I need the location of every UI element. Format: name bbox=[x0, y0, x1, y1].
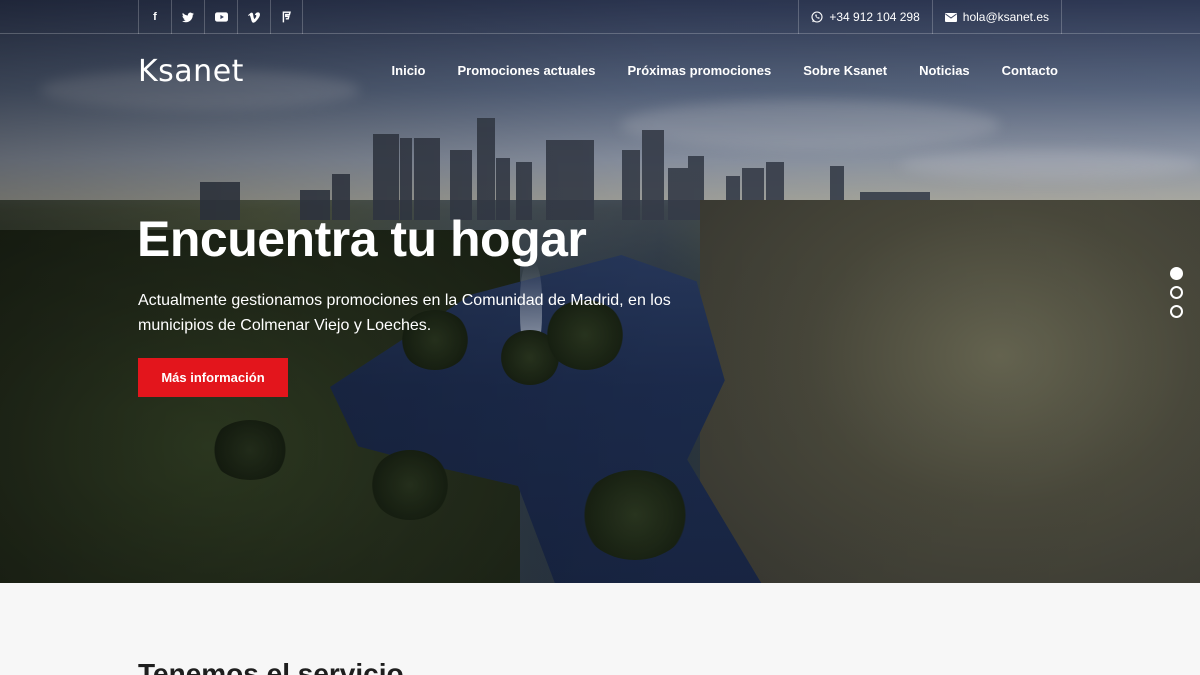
envelope-icon bbox=[944, 12, 957, 22]
nav-contacto[interactable]: Contacto bbox=[1002, 63, 1058, 78]
nav-noticias[interactable]: Noticias bbox=[919, 63, 970, 78]
nav-inicio[interactable]: Inicio bbox=[392, 63, 426, 78]
email-link[interactable]: hola@ksanet.es bbox=[931, 0, 1062, 34]
hero-description: Actualmente gestionamos promociones en l… bbox=[138, 292, 671, 334]
slider-dot-1[interactable] bbox=[1170, 267, 1183, 280]
youtube-link[interactable] bbox=[204, 0, 237, 34]
mas-informacion-button[interactable]: Más información bbox=[138, 358, 288, 397]
foursquare-icon bbox=[282, 11, 291, 23]
nav-proximas-promociones[interactable]: Próximas promociones bbox=[627, 63, 771, 78]
vimeo-link[interactable] bbox=[237, 0, 270, 34]
top-bar: f +34 912 104 298 hola@ksanet.es bbox=[0, 0, 1200, 34]
slider-dot-3[interactable] bbox=[1170, 305, 1183, 318]
twitter-icon bbox=[182, 12, 194, 22]
foursquare-link[interactable] bbox=[270, 0, 303, 34]
twitter-link[interactable] bbox=[171, 0, 204, 34]
phone-link[interactable]: +34 912 104 298 bbox=[798, 0, 931, 34]
slider-dot-2[interactable] bbox=[1170, 286, 1183, 299]
nav-promociones-actuales[interactable]: Promociones actuales bbox=[457, 63, 595, 78]
nav-sobre-ksanet[interactable]: Sobre Ksanet bbox=[803, 63, 887, 78]
email-address: hola@ksanet.es bbox=[962, 10, 1049, 24]
facebook-icon: f bbox=[153, 11, 157, 23]
section-title: Tenemos el servicio bbox=[138, 658, 404, 675]
whatsapp-icon bbox=[811, 11, 823, 23]
social-links: f bbox=[138, 0, 303, 34]
facebook-link[interactable]: f bbox=[138, 0, 171, 34]
main-nav: Inicio Promociones actuales Próximas pro… bbox=[392, 63, 1058, 78]
youtube-icon bbox=[214, 12, 228, 22]
slider-pagination bbox=[1170, 267, 1183, 318]
hero-title: Encuentra tu hogar bbox=[137, 211, 587, 267]
vimeo-icon bbox=[248, 11, 260, 23]
site-logo[interactable]: Ksanet bbox=[138, 54, 244, 89]
phone-number: +34 912 104 298 bbox=[829, 10, 920, 24]
contact-info: +34 912 104 298 hola@ksanet.es bbox=[798, 0, 1062, 34]
